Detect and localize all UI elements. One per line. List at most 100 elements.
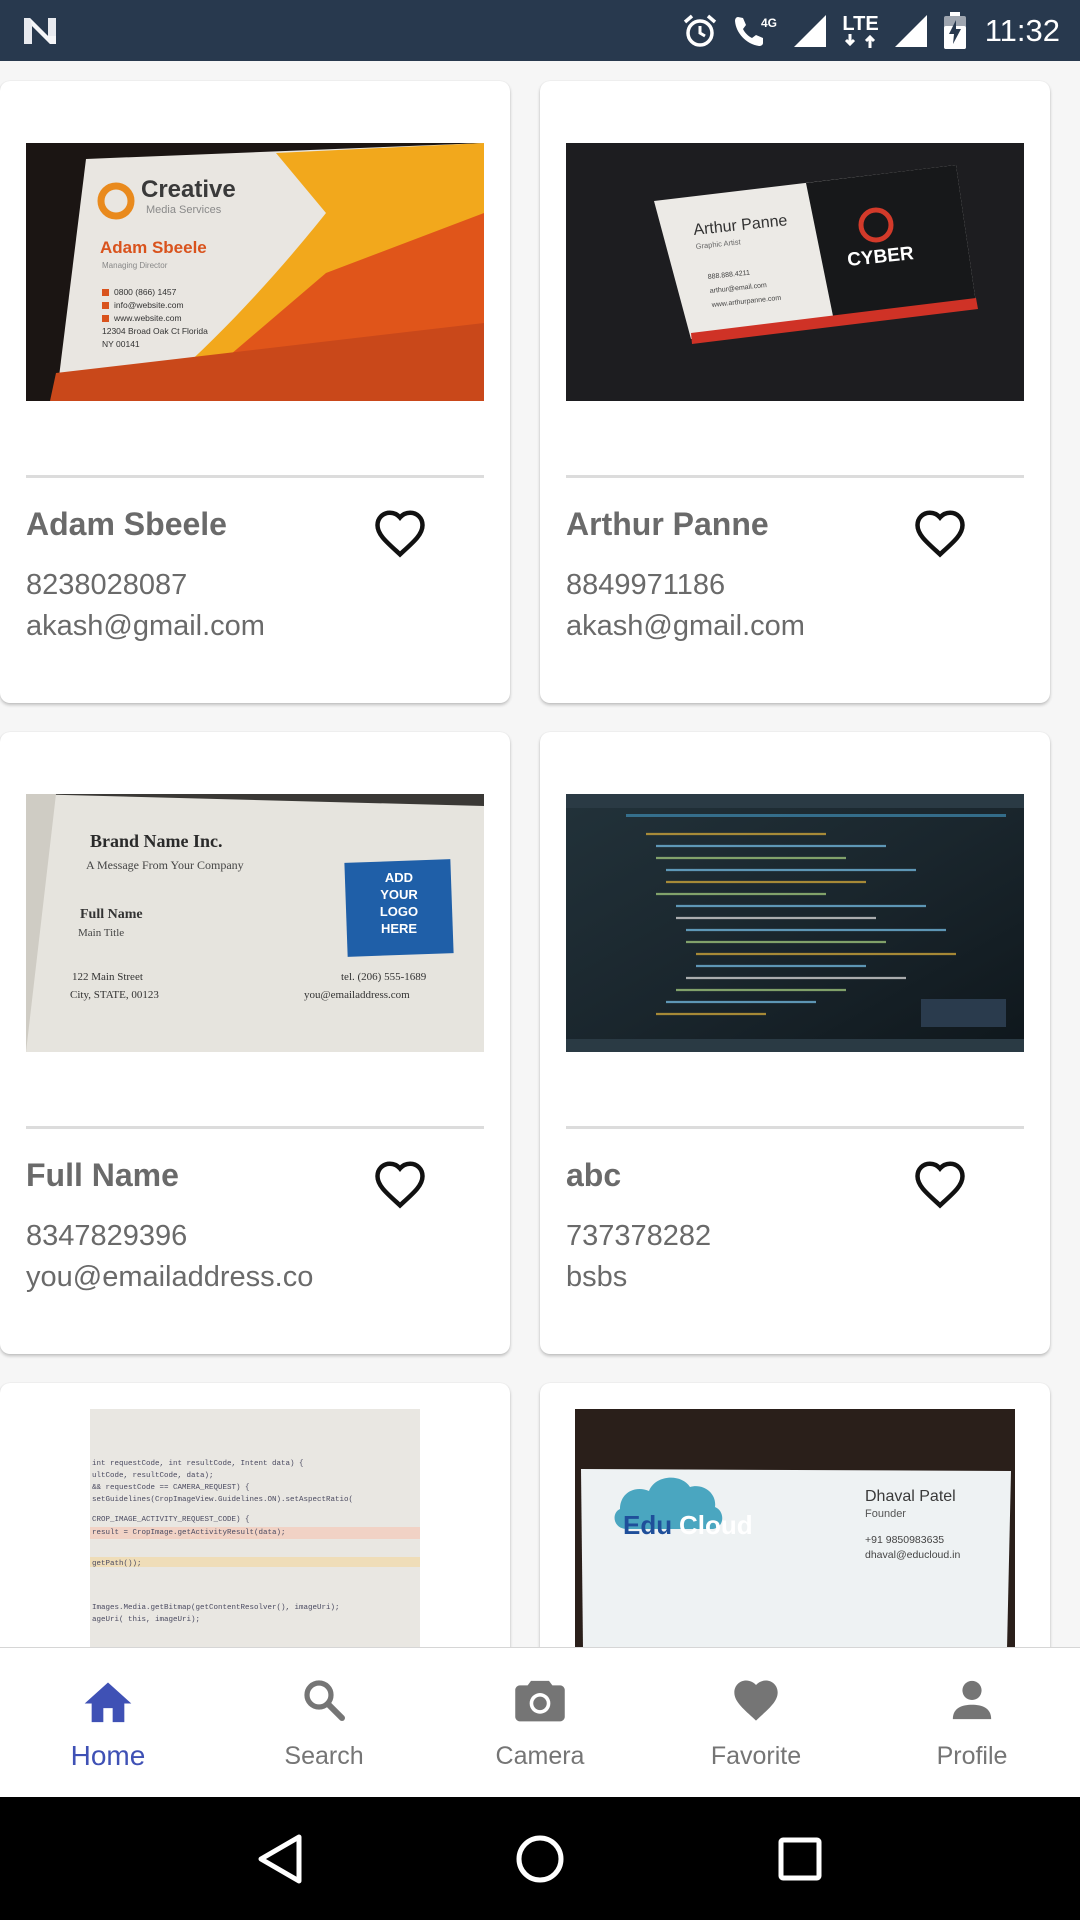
nav-favorite[interactable]: Favorite xyxy=(648,1648,864,1797)
wifi-calling-icon: 4G xyxy=(732,13,778,49)
nav-home[interactable]: Home xyxy=(0,1648,216,1797)
card-divider xyxy=(26,475,484,478)
back-triangle-icon xyxy=(258,1834,302,1883)
contact-phone: 8849971186 xyxy=(566,569,726,601)
code-line: getPath()); xyxy=(92,1560,142,1568)
card-photo-brand: Brand Name Inc. xyxy=(90,831,223,851)
card-photo[interactable]: Creative Media Services Adam Sbeele Mana… xyxy=(26,143,484,401)
contact-phone: 737378282 xyxy=(566,1220,712,1252)
card-photo-address: City, STATE, 00123 xyxy=(70,989,159,1001)
search-icon xyxy=(300,1672,348,1728)
battery-charging-icon xyxy=(943,11,967,50)
notification-n-icon xyxy=(22,16,58,46)
card-photo[interactable]: CYBER Arthur Panne Graphic Artist 888.88… xyxy=(566,143,1024,401)
contact-email: akash@gmail.com xyxy=(566,610,805,642)
network-label: 4G xyxy=(761,16,777,30)
business-card-tile[interactable]: Edu Cloud Dhaval Patel Founder +91 98509… xyxy=(540,1383,1050,1647)
alarm-icon xyxy=(682,13,718,49)
business-card-tile[interactable]: ADD YOUR LOGO HERE Brand Name Inc. A Messag… xyxy=(0,732,510,1354)
code-line: int requestCode, int resultCode, Intent … xyxy=(92,1460,304,1468)
card-photo-brand: Edu xyxy=(623,1510,672,1540)
favorite-button[interactable] xyxy=(372,507,428,559)
card-photo-brand: Creative xyxy=(141,176,236,203)
contact-phone: 8238028087 xyxy=(26,569,188,601)
code-line: setGuidelines(CropImageView.Guidelines.O… xyxy=(92,1496,353,1504)
card-feed[interactable]: Creative Media Services Adam Sbeele Mana… xyxy=(0,61,1080,1647)
card-divider xyxy=(26,1126,484,1129)
card-photo-line: www.website.com xyxy=(113,313,182,323)
card-photo-title: Managing Director xyxy=(102,261,168,270)
card-photo-tel: tel. (206) 555-1689 xyxy=(341,971,427,983)
nav-label: Search xyxy=(284,1742,364,1770)
card-photo-line: 0800 (866) 1457 xyxy=(114,287,177,297)
home-icon xyxy=(80,1672,136,1728)
code-line: result = CropImage.getActivityResult(dat… xyxy=(92,1529,286,1537)
contact-name: Arthur Panne xyxy=(566,506,769,542)
back-button[interactable] xyxy=(240,1819,320,1899)
recents-square-icon xyxy=(778,1837,822,1880)
business-card-tile[interactable]: int requestCode, int resultCode, Intent … xyxy=(0,1383,510,1647)
status-bar: 4G LTE 11:32 xyxy=(0,0,1080,61)
contact-name: abc xyxy=(566,1157,622,1193)
card-photo-person: Dhaval Patel xyxy=(865,1488,956,1505)
code-line: CROP_IMAGE_ACTIVITY_REQUEST_CODE) { xyxy=(92,1516,250,1524)
card-photo-phone: +91 9850983635 xyxy=(865,1534,944,1546)
business-card-tile[interactable]: CYBER Arthur Panne Graphic Artist 888.88… xyxy=(540,81,1050,703)
heart-outline-icon xyxy=(375,510,425,558)
bottom-navigation: Home Search Camera Favorite Profile xyxy=(0,1647,1080,1797)
business-card-tile[interactable]: abc 737378282 bsbs xyxy=(540,732,1050,1354)
card-photo-line: 12304 Broad Oak Ct Florida xyxy=(102,326,208,336)
favorite-button[interactable] xyxy=(372,1158,428,1210)
person-icon xyxy=(949,1672,995,1728)
clock: 11:32 xyxy=(984,12,1060,48)
recents-button[interactable] xyxy=(760,1819,840,1899)
card-photo-person: Full Name xyxy=(80,907,143,922)
camera-icon xyxy=(513,1672,567,1728)
code-line: ageUri( this, imageUri); xyxy=(92,1616,200,1624)
card-photo-email: you@emailaddress.com xyxy=(304,989,410,1001)
card-photo-title: Founder xyxy=(865,1508,906,1520)
code-line: && requestCode == CAMERA_REQUEST) { xyxy=(92,1484,250,1492)
nav-profile[interactable]: Profile xyxy=(864,1648,1080,1797)
nav-label: Favorite xyxy=(710,1742,802,1770)
home-button[interactable] xyxy=(500,1819,580,1899)
heart-outline-icon xyxy=(375,1161,425,1209)
nav-search[interactable]: Search xyxy=(216,1648,432,1797)
code-line: Images.Media.getBitmap(getContentResolve… xyxy=(92,1604,340,1612)
nav-label: Profile xyxy=(936,1742,1008,1770)
nav-label: Camera xyxy=(495,1742,585,1770)
contact-email: bsbs xyxy=(566,1261,628,1293)
contact-email: you@emailaddress.co xyxy=(26,1261,314,1293)
cell-signal-2-icon xyxy=(893,13,929,49)
nav-camera[interactable]: Camera xyxy=(432,1648,648,1797)
card-photo[interactable] xyxy=(566,794,1024,1052)
system-navigation-bar xyxy=(0,1797,1080,1920)
card-photo-address: 122 Main Street xyxy=(72,971,143,983)
card-photo-line: NY 00141 xyxy=(102,339,140,349)
card-photo[interactable]: ADD YOUR LOGO HERE Brand Name Inc. A Messag… xyxy=(26,794,484,1052)
heart-outline-icon xyxy=(915,1161,965,1209)
card-photo[interactable]: Edu Cloud Dhaval Patel Founder +91 98509… xyxy=(575,1409,1015,1647)
heart-outline-icon xyxy=(915,510,965,558)
business-card-tile[interactable]: Creative Media Services Adam Sbeele Mana… xyxy=(0,81,510,703)
app-screen: 4G LTE 11:32 Creative Media Services Ada… xyxy=(0,0,1080,1920)
card-photo-line: info@website.com xyxy=(114,300,184,310)
card-photo-brand: Cloud xyxy=(679,1510,753,1540)
contact-email: akash@gmail.com xyxy=(26,610,265,642)
code-line: ultCode, resultCode, data); xyxy=(92,1472,214,1480)
card-photo-brand-sub: Media Services xyxy=(146,204,222,216)
heart-icon xyxy=(730,1672,782,1728)
lte-label: LTE xyxy=(842,12,879,35)
card-photo-tagline: A Message From Your Company xyxy=(86,858,244,872)
card-photo-title: Main Title xyxy=(78,927,124,939)
card-photo[interactable]: int requestCode, int resultCode, Intent … xyxy=(90,1409,420,1647)
nav-label: Home xyxy=(70,1740,146,1771)
home-circle-icon xyxy=(516,1835,564,1882)
contact-name: Adam Sbeele xyxy=(26,506,227,542)
favorite-button[interactable] xyxy=(912,507,968,559)
contact-name: Full Name xyxy=(26,1157,179,1193)
favorite-button[interactable] xyxy=(912,1158,968,1210)
contact-phone: 8347829396 xyxy=(26,1220,188,1252)
card-divider xyxy=(566,475,1024,478)
lte-indicator: LTE xyxy=(842,12,879,48)
